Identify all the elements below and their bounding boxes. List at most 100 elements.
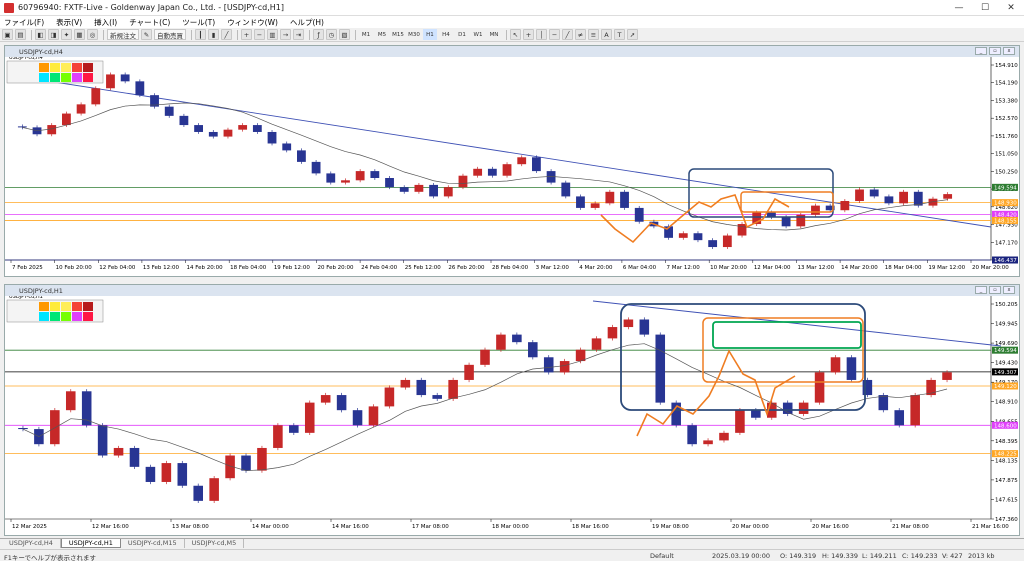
candle-body [106, 74, 115, 89]
chart-tab[interactable]: USDJPY-cd,M15 [121, 539, 185, 548]
menu-item[interactable]: ヘルプ(H) [290, 17, 324, 28]
price-tick-label: 149.945 [995, 322, 1018, 328]
timeframe-mn-button[interactable]: MN [487, 29, 501, 40]
time-tick-label: 12 Mar 2025 [12, 524, 47, 530]
new-chart-icon[interactable]: ▣ [2, 29, 13, 40]
timeframe-h1-button[interactable]: H1 [423, 29, 437, 40]
candle-body [161, 463, 172, 482]
chart-tab[interactable]: USDJPY-cd,H4 [2, 539, 61, 548]
data-window-icon[interactable]: ◨ [48, 29, 59, 40]
auto-trading-button[interactable]: 自動売買 [154, 29, 186, 40]
chart-window-title: USDJPY-cd,H4 _ ▫ x [5, 46, 1019, 57]
new-order-button[interactable]: 新規注文 [107, 29, 139, 40]
timeframe-h4-button[interactable]: H4 [439, 29, 453, 40]
time-tick-label: 20 Mar 00:00 [732, 524, 769, 530]
time-tick-label: 18 Mar 04:00 [885, 265, 922, 271]
candlestick-icon[interactable]: ▮ [208, 29, 219, 40]
bar-chart-icon[interactable]: ┃ [195, 29, 206, 40]
menu-item[interactable]: ツール(T) [182, 17, 215, 28]
chart-window-title: USDJPY-cd,H1 _ ▫ x [5, 285, 1019, 296]
market-watch-icon[interactable]: ◧ [35, 29, 46, 40]
terminal-icon[interactable]: ▦ [74, 29, 85, 40]
fibonacci-icon[interactable]: ≡ [588, 29, 599, 40]
candle-body [703, 440, 713, 445]
timeframe-m5-button[interactable]: M5 [375, 29, 389, 40]
timeframe-m30-button[interactable]: M30 [407, 29, 421, 40]
price-label-text: 149.120 [994, 384, 1017, 390]
status-datetime: 2025.03.19 00:00 [712, 552, 771, 560]
candle-body [355, 171, 365, 181]
candle-body [722, 235, 732, 248]
candle-body [480, 349, 490, 365]
chart-minimize-button[interactable]: _ [975, 47, 987, 55]
candle-body [252, 125, 262, 132]
arrows-icon[interactable]: ➚ [627, 29, 638, 40]
navigator-icon[interactable]: ✦ [61, 29, 72, 40]
candle-body [869, 189, 879, 197]
profiles-icon[interactable]: ▤ [15, 29, 26, 40]
line-chart-icon[interactable]: ╱ [221, 29, 232, 40]
timeframe-m15-button[interactable]: M15 [391, 29, 405, 40]
candle-body [590, 203, 600, 208]
time-tick-label: 4 Mar 20:00 [579, 265, 613, 271]
cursor-icon[interactable]: ↖ [510, 29, 521, 40]
auto-scroll-icon[interactable]: → [280, 29, 291, 40]
equidistant-channel-icon[interactable]: ≠ [575, 29, 586, 40]
timeframe-d1-button[interactable]: D1 [455, 29, 469, 40]
chart-tab[interactable]: USDJPY-cd,M5 [185, 539, 245, 548]
periods-icon[interactable]: ◷ [326, 29, 337, 40]
app-logo-icon [4, 2, 14, 13]
meta-editor-icon[interactable]: ✎ [141, 29, 152, 40]
candle-body [443, 187, 453, 197]
chart-close-button[interactable]: x [1003, 286, 1015, 294]
maximize-button[interactable]: ☐ [972, 0, 998, 16]
chart-restore-button[interactable]: ▫ [989, 286, 1001, 294]
price-label-text: 148.930 [994, 201, 1017, 207]
zoom-out-icon[interactable]: − [254, 29, 265, 40]
chart-close-button[interactable]: x [1003, 47, 1015, 55]
time-tick-label: 12 Feb 04:00 [99, 265, 136, 271]
price-label-text: 148.600 [994, 423, 1017, 429]
minimize-button[interactable]: — [946, 0, 972, 16]
templates-icon[interactable]: ▧ [339, 29, 350, 40]
candle-body [432, 395, 442, 399]
horizontal-line-icon[interactable]: ─ [549, 29, 560, 40]
color-swatch [61, 302, 71, 311]
candle-body [487, 168, 497, 176]
candle-body [605, 191, 615, 204]
status-low: L: 149.211 [862, 552, 897, 560]
menu-item[interactable]: ファイル(F) [4, 17, 44, 28]
close-button[interactable]: ✕ [998, 0, 1024, 16]
time-tick-label: 3 Mar 12:00 [536, 265, 570, 271]
chart-window-h4[interactable]: USDJPY-cd,H4 _ ▫ x 154.910 154.190 153.380… [4, 45, 1020, 277]
chart-tab[interactable]: USDJPY-cd,H1 [60, 539, 121, 548]
chart-restore-button[interactable]: ▫ [989, 47, 1001, 55]
text-tool-icon[interactable]: A [601, 29, 612, 40]
zoom-in-icon[interactable]: + [241, 29, 252, 40]
color-swatch [83, 73, 93, 82]
chart-window-h1[interactable]: USDJPY-cd,H1 _ ▫ x 150.205 149.945 149.690… [4, 284, 1020, 536]
tile-windows-icon[interactable]: ▥ [267, 29, 278, 40]
timeframe-m1-button[interactable]: M1 [359, 29, 373, 40]
menu-item[interactable]: ウィンドウ(W) [227, 17, 278, 28]
trendline-icon[interactable]: ╱ [562, 29, 573, 40]
indicators-icon[interactable]: ƒ [313, 29, 324, 40]
color-swatch [61, 63, 71, 72]
menu-item[interactable]: チャート(C) [129, 17, 170, 28]
chart-minimize-button[interactable]: _ [975, 286, 987, 294]
timeframe-w1-button[interactable]: W1 [471, 29, 485, 40]
price-chart-h4[interactable]: 154.910 154.190 153.380 152.570 151.760 151.0… [5, 57, 1019, 276]
menu-item[interactable]: 表示(V) [56, 17, 82, 28]
crosshair-icon[interactable]: + [523, 29, 534, 40]
vertical-line-icon[interactable]: │ [536, 29, 547, 40]
price-chart-h1[interactable]: 150.205149.945149.690149.430149.170148.9… [5, 296, 1019, 535]
candle-body [399, 187, 409, 192]
chart-shift-icon[interactable]: ⇥ [293, 29, 304, 40]
price-label-text: 148.225 [994, 452, 1017, 458]
label-tool-icon[interactable]: T [614, 29, 625, 40]
time-tick-label: 7 Feb 2025 [12, 265, 43, 271]
tester-icon[interactable]: ◎ [87, 29, 98, 40]
candle-body [179, 115, 189, 126]
menu-item[interactable]: 挿入(I) [94, 17, 117, 28]
candle-body [751, 410, 761, 418]
